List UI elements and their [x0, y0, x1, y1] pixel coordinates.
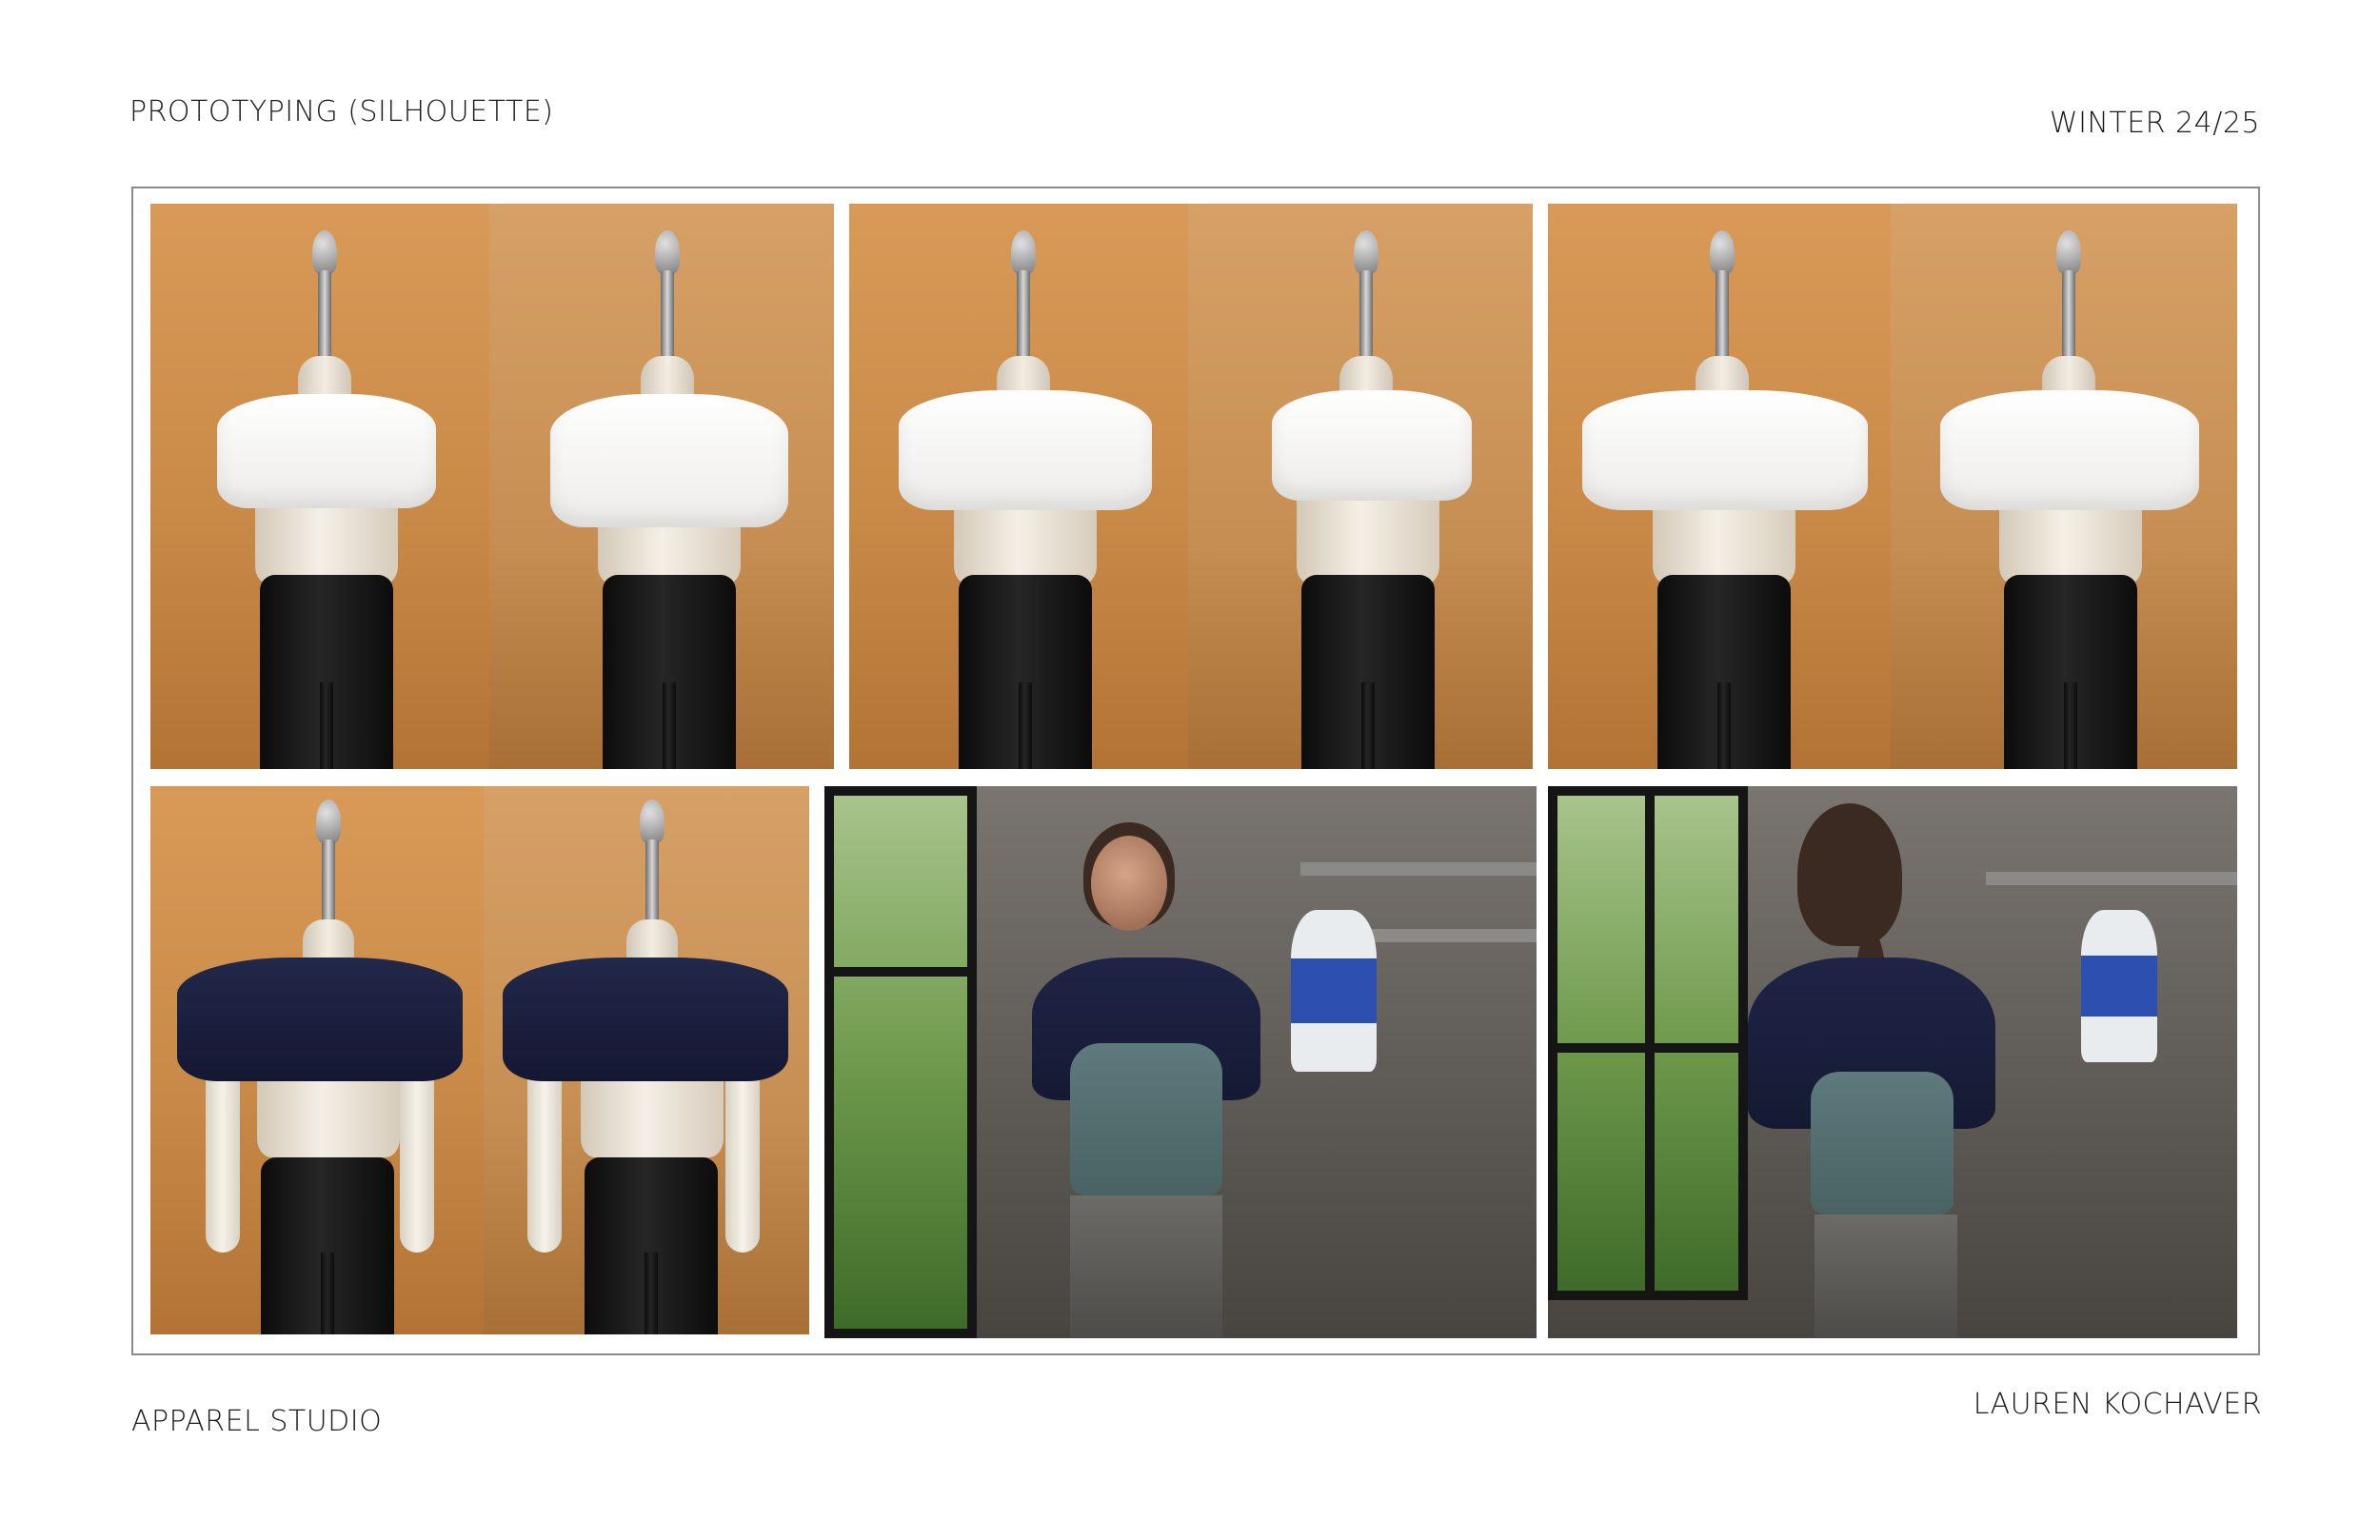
photo-white-shrug-open-back: [1548, 204, 2237, 769]
author-label: LAUREN KOCHAVER: [1973, 1388, 2262, 1421]
season-label: WINTER 24/25: [2049, 107, 2260, 140]
photo-grid-frame: [131, 187, 2260, 1355]
page-title: PROTOTYPING (SILHOUETTE): [129, 95, 554, 128]
photo-model-back-studio: [1548, 786, 2237, 1338]
photo-model-front-studio: [824, 786, 1537, 1338]
studio-label: APPAREL STUDIO: [131, 1405, 383, 1438]
photo-white-shrug-front-back: [150, 204, 834, 769]
photo-navy-shrug-front-back: [150, 786, 809, 1334]
photo-white-shrug-back-front: [849, 204, 1533, 769]
